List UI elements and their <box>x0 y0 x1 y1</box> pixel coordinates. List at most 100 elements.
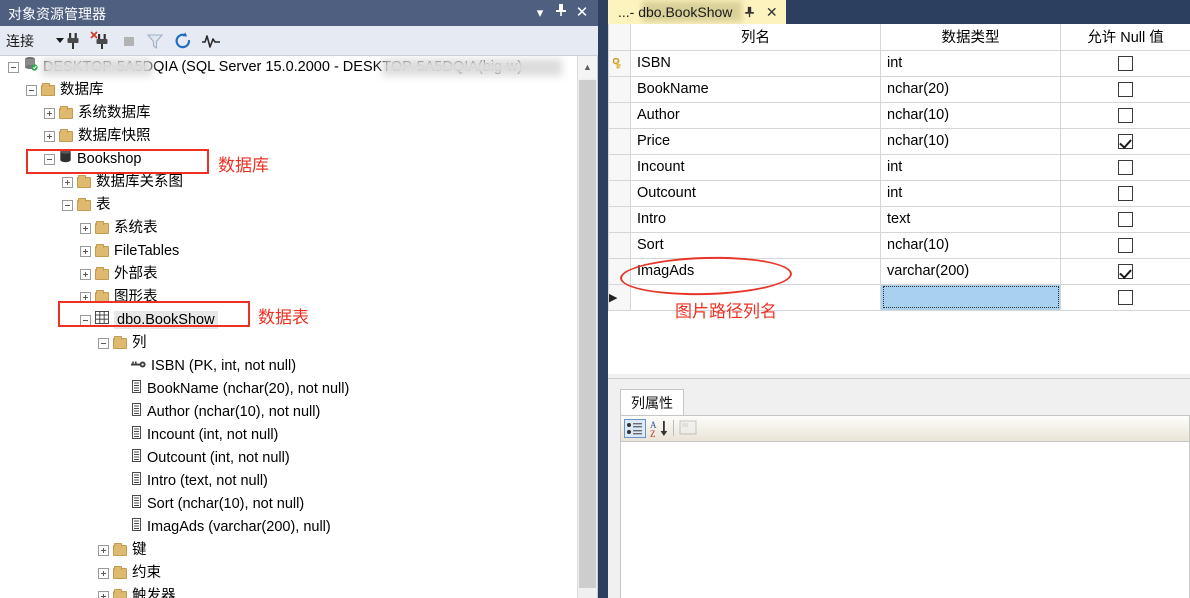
cell-allow-nulls[interactable] <box>1060 179 1190 207</box>
expand-icon[interactable] <box>44 131 55 142</box>
tree-item[interactable]: 数据库快照 <box>0 125 578 148</box>
tree-item[interactable]: Bookshop <box>0 148 578 171</box>
cell-data-type[interactable]: nchar(10) <box>880 231 1061 259</box>
properties-grid-body[interactable] <box>620 441 1190 598</box>
cell-column-name[interactable]: BookName <box>630 75 881 103</box>
filter-icon[interactable] <box>144 30 168 52</box>
row-selector[interactable] <box>608 179 631 207</box>
cell-allow-nulls[interactable] <box>1060 205 1190 233</box>
connect-plug-icon[interactable] <box>62 30 86 52</box>
allow-null-checkbox[interactable] <box>1118 55 1133 71</box>
collapse-icon[interactable] <box>26 85 37 96</box>
cell-allow-nulls[interactable] <box>1060 49 1190 77</box>
cell-column-name[interactable]: Outcount <box>630 179 881 207</box>
tree-item[interactable]: FileTables <box>0 240 578 263</box>
collapse-icon[interactable] <box>8 62 19 73</box>
allow-null-checkbox[interactable] <box>1118 107 1133 123</box>
table-row[interactable]: BookName nchar(20) <box>608 75 1190 103</box>
connect-button-label[interactable]: 连接 <box>6 31 34 51</box>
row-selector[interactable] <box>608 231 631 259</box>
cell-column-name[interactable]: Author <box>630 101 881 129</box>
allow-null-checkbox[interactable] <box>1118 289 1133 305</box>
tree-item[interactable]: Incount (int, not null) <box>0 424 578 447</box>
allow-null-checkbox[interactable] <box>1118 133 1133 149</box>
tree-item[interactable]: 表 <box>0 194 578 217</box>
cell-column-name[interactable]: Incount <box>630 153 881 181</box>
table-row[interactable]: Sort nchar(10) <box>608 231 1190 259</box>
close-icon[interactable]: ✕ <box>572 3 592 23</box>
scrollbar-thumb[interactable] <box>579 80 596 588</box>
activity-monitor-icon[interactable] <box>199 30 223 52</box>
allow-null-checkbox[interactable] <box>1118 211 1133 227</box>
tree-item[interactable]: 触发器 <box>0 585 578 598</box>
cell-allow-nulls[interactable] <box>1060 75 1190 103</box>
tab-column-properties[interactable]: 列属性 <box>620 389 684 417</box>
refresh-icon[interactable] <box>172 30 196 52</box>
tree-item[interactable]: ISBN (PK, int, not null) <box>0 355 578 378</box>
table-row[interactable]: Intro text <box>608 205 1190 233</box>
tree-item[interactable]: Sort (nchar(10), not null) <box>0 493 578 516</box>
primary-key-indicator[interactable] <box>608 49 631 77</box>
allow-null-checkbox[interactable] <box>1118 263 1133 279</box>
tree-item[interactable]: 外部表 <box>0 263 578 286</box>
allow-null-checkbox[interactable] <box>1118 81 1133 97</box>
cell-column-name[interactable]: Sort <box>630 231 881 259</box>
chevron-down-icon[interactable]: ▾ <box>530 3 550 23</box>
expand-icon[interactable] <box>98 568 109 579</box>
tree-item[interactable]: 系统数据库 <box>0 102 578 125</box>
cell-allow-nulls[interactable] <box>1060 153 1190 181</box>
row-selector[interactable] <box>608 153 631 181</box>
tab-close-icon[interactable]: ✕ <box>766 4 778 20</box>
expand-icon[interactable] <box>80 292 91 303</box>
table-row[interactable]: Author nchar(10) <box>608 101 1190 129</box>
tree-item[interactable]: 键 <box>0 539 578 562</box>
tree-item[interactable]: 列 <box>0 332 578 355</box>
row-selector[interactable] <box>608 205 631 233</box>
cell-column-name[interactable]: Intro <box>630 205 881 233</box>
allow-null-checkbox[interactable] <box>1118 159 1133 175</box>
collapse-icon[interactable] <box>44 154 55 165</box>
expand-icon[interactable] <box>80 269 91 280</box>
expand-icon[interactable] <box>80 223 91 234</box>
tree-item[interactable]: Author (nchar(10), not null) <box>0 401 578 424</box>
tree-item[interactable]: Intro (text, not null) <box>0 470 578 493</box>
row-selector[interactable] <box>608 75 631 103</box>
row-selector[interactable] <box>608 127 631 155</box>
tree-item[interactable]: 数据库 <box>0 79 578 102</box>
tree-item[interactable]: Outcount (int, not null) <box>0 447 578 470</box>
table-row[interactable]: Incount int <box>608 153 1190 181</box>
tab-pin-icon[interactable] <box>744 5 759 20</box>
cell-allow-nulls[interactable] <box>1060 127 1190 155</box>
tree-item[interactable]: DESKTOP-5A5DQIA (SQL Server 15.0.2000 - … <box>0 56 578 79</box>
cell-allow-nulls[interactable] <box>1060 283 1190 311</box>
current-row-indicator[interactable]: ▶ <box>608 283 631 311</box>
cell-allow-nulls[interactable] <box>1060 231 1190 259</box>
cell-allow-nulls[interactable] <box>1060 101 1190 129</box>
collapse-icon[interactable] <box>80 315 91 326</box>
header-data-type[interactable]: 数据类型 <box>880 24 1061 51</box>
table-row[interactable]: Outcount int <box>608 179 1190 207</box>
expand-icon[interactable] <box>98 591 109 598</box>
cell-data-type[interactable]: nchar(10) <box>880 101 1061 129</box>
disconnect-plug-icon[interactable] <box>89 30 113 52</box>
tree-vertical-scrollbar[interactable]: ▲ <box>577 56 597 598</box>
tree-item[interactable]: BookName (nchar(20), not null) <box>0 378 578 401</box>
expand-icon[interactable] <box>98 545 109 556</box>
cell-data-type[interactable]: nchar(20) <box>880 75 1061 103</box>
property-pages-icon[interactable] <box>678 419 700 438</box>
cell-data-type[interactable]: varchar(200) <box>880 257 1061 285</box>
expand-icon[interactable] <box>62 177 73 188</box>
cell-data-type[interactable]: int <box>880 49 1061 77</box>
tab-dbo-bookshow[interactable]: ...- dbo.BookShow ✕ <box>608 0 786 24</box>
cell-column-name[interactable]: ISBN <box>630 49 881 77</box>
categorized-view-icon[interactable] <box>624 419 646 438</box>
cell-column-name[interactable]: Price <box>630 127 881 155</box>
cell-data-type[interactable]: int <box>880 179 1061 207</box>
alphabetical-sort-icon[interactable]: A Z <box>649 419 671 439</box>
tree-item[interactable]: ImagAds (varchar(200), null) <box>0 516 578 539</box>
allow-null-checkbox[interactable] <box>1118 185 1133 201</box>
tree-item[interactable]: 约束 <box>0 562 578 585</box>
cell-allow-nulls[interactable] <box>1060 257 1190 285</box>
collapse-icon[interactable] <box>98 338 109 349</box>
tree-item[interactable]: 数据库关系图 <box>0 171 578 194</box>
